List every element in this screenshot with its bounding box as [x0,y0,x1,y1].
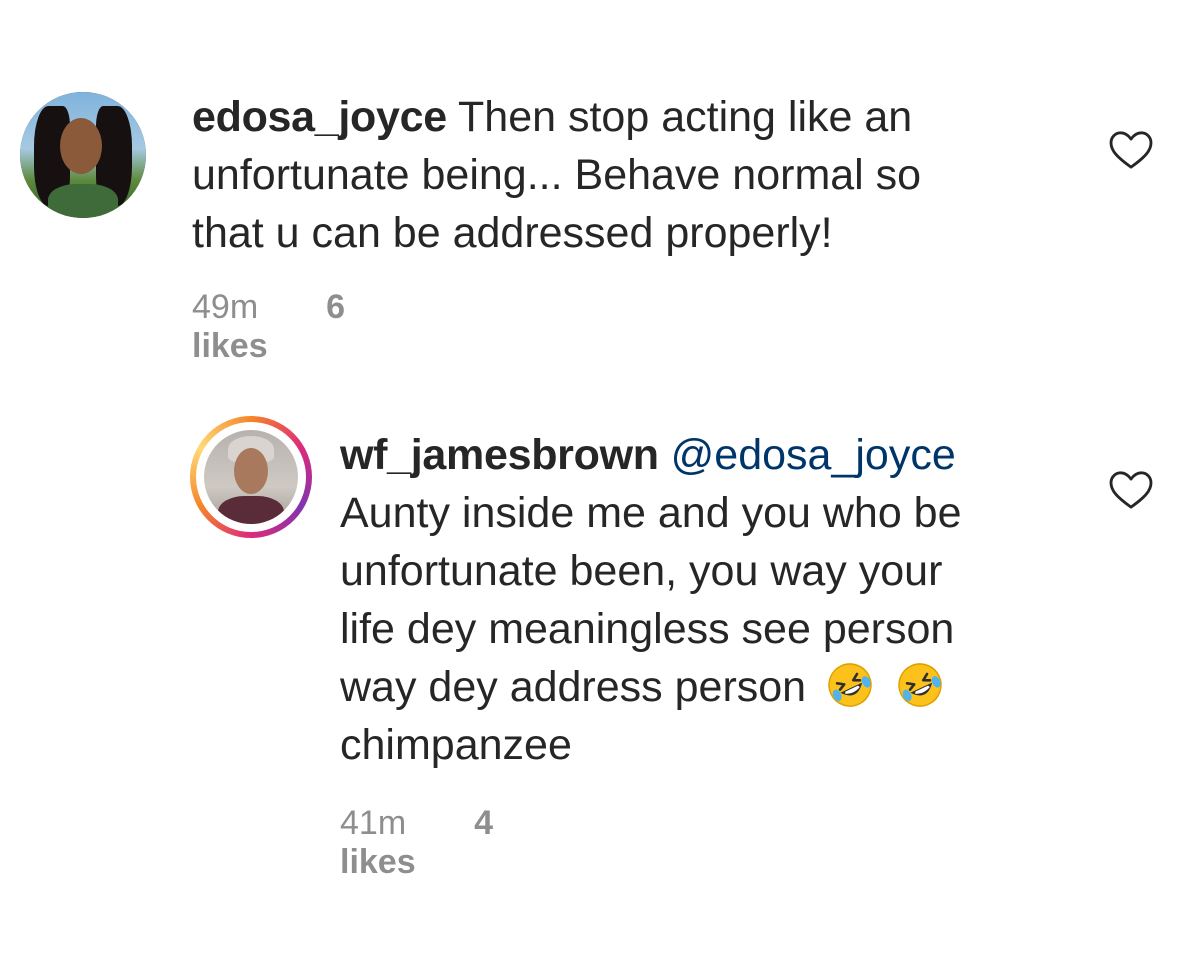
comment-timestamp: 41m [340,804,407,842]
laughing-emoji-icon [898,663,942,707]
comment-text-line: chimpanzee [340,721,572,769]
avatar [204,430,298,524]
avatar[interactable] [20,92,146,218]
mention-link[interactable]: @edosa_joyce [671,431,956,479]
heart-outline-icon[interactable] [1108,130,1154,170]
comment-text-line: way dey address person [340,663,807,711]
laughing-emoji-icon [828,663,872,707]
comment-text-line: life dey meaningless see person [340,605,955,653]
comment-username[interactable]: edosa_joyce [192,93,447,141]
comment-meta: 41m 4 likes [340,804,493,882]
comment-text-line: unfortunate been, you way your [340,547,943,595]
comment-text-line: unfortunate being... Behave normal so [192,151,922,199]
comment-text-line: that u can be addressed properly! [192,209,833,257]
avatar-story-ring[interactable] [190,416,312,538]
heart-outline-icon[interactable] [1108,470,1154,510]
comment-username[interactable]: wf_jamesbrown [340,431,659,479]
comment-body: edosa_joyce Then stop acting like an unf… [192,88,1092,262]
comment-timestamp: 49m [192,288,259,326]
comment-text-line: Aunty inside me and you who be [340,489,962,537]
comment-text-line: Then stop acting like an [446,93,913,141]
comment-meta: 49m 6 likes [192,288,345,366]
reply-body: wf_jamesbrown @edosa_joyce Aunty inside … [340,426,1100,774]
